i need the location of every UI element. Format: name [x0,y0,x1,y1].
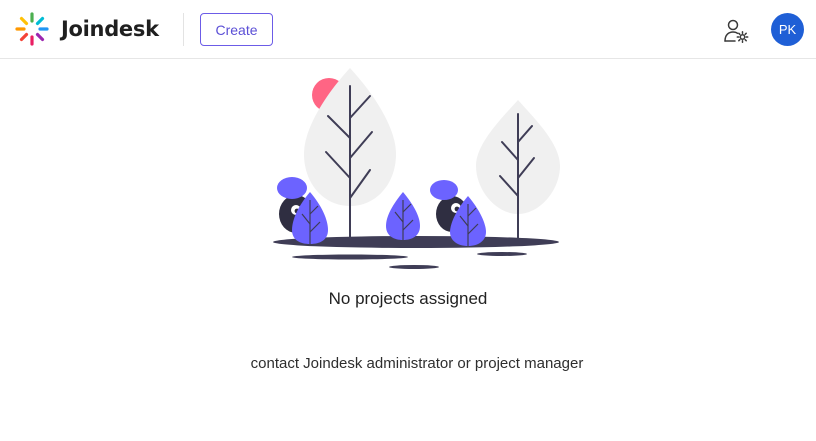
top-header: Joindesk Create PK [0,0,816,59]
empty-state-subtitle: contact Joindesk administrator or projec… [250,355,584,372]
create-button[interactable]: Create [200,13,273,46]
joindesk-logo-icon [15,12,49,46]
user-avatar[interactable]: PK [771,13,804,46]
empty-state-title: No projects assigned [328,289,488,308]
empty-state-illustration [273,68,560,269]
header-divider [183,13,184,46]
user-settings-icon[interactable] [722,17,750,45]
app-logo[interactable]: Joindesk [14,11,159,47]
brand-name: Joindesk [61,17,159,41]
